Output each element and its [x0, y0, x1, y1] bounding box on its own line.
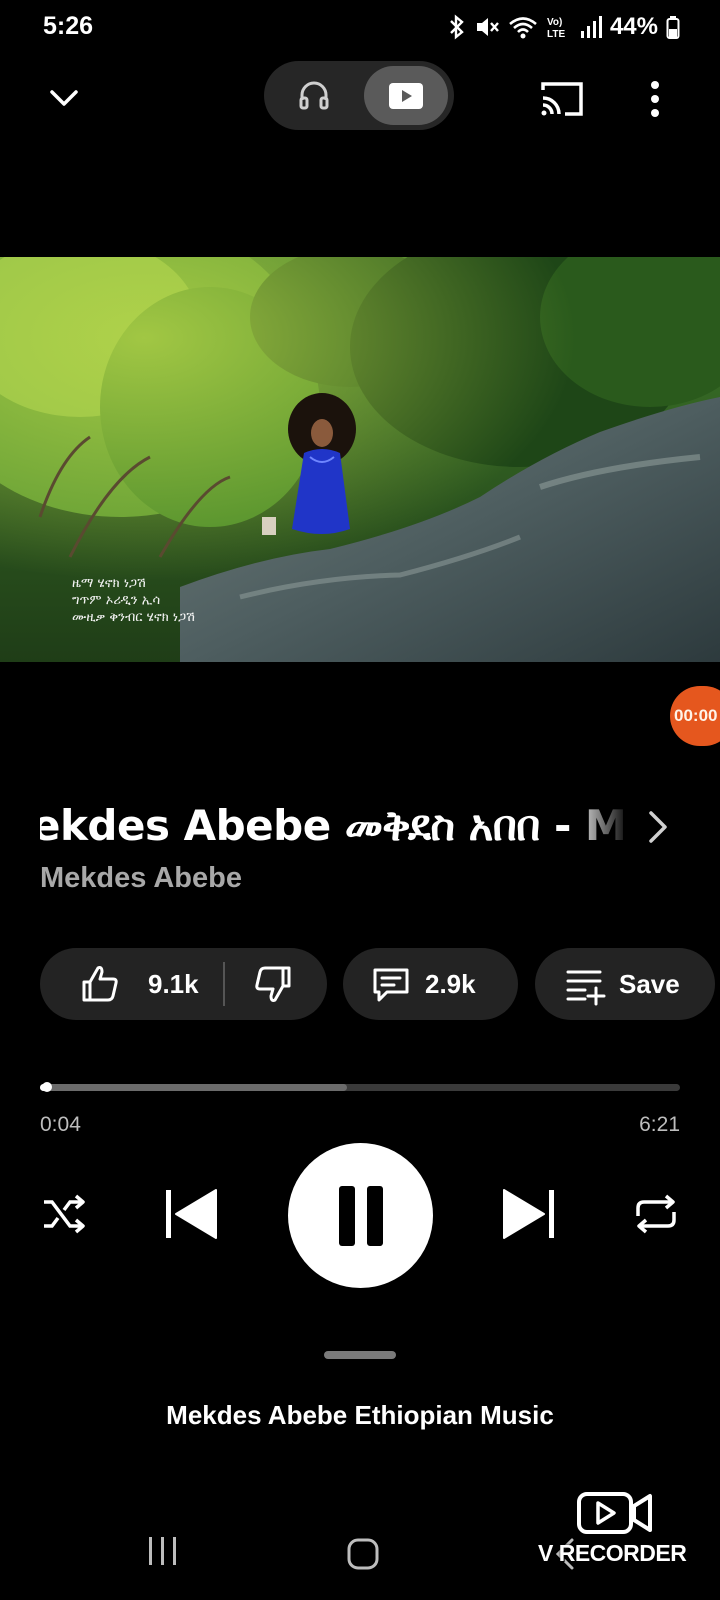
signal-icon	[580, 14, 602, 40]
status-time: 5:26	[43, 12, 94, 40]
next-button[interactable]	[498, 1187, 558, 1241]
thumbs-down-icon	[254, 966, 291, 1002]
volte-icon: Vo) LTE	[546, 14, 572, 40]
comments-button[interactable]: 2.9k	[343, 948, 518, 1020]
cast-icon	[541, 82, 583, 116]
like-count: 9.1k	[148, 968, 199, 999]
battery-icon	[666, 14, 680, 40]
song-title: ekdes Abebe መቅደስ አበበ - M	[40, 801, 627, 850]
up-next-title[interactable]: Mekdes Abebe Ethiopian Music	[0, 1400, 720, 1431]
recent-apps-button[interactable]	[146, 1535, 180, 1567]
chevron-right-icon	[649, 811, 667, 843]
more-options-button[interactable]	[640, 76, 670, 122]
video-player[interactable]: ዜማ ሄኖክ ነጋሽ ግጥም ኦሪዲን ኢሳ ሙዚቃ ቅንብር ሄኖክ ነጋሽ	[0, 257, 720, 662]
screen-recorder-timer[interactable]: 00:00	[670, 686, 720, 746]
comment-icon-wrap	[369, 962, 413, 1006]
seek-thumb[interactable]	[42, 1082, 53, 1092]
title-expand-button[interactable]	[640, 805, 676, 849]
collapse-player-button[interactable]	[44, 78, 84, 118]
playlist-add-icon	[566, 970, 606, 1006]
recent-apps-icon	[149, 1537, 176, 1565]
recorder-label: V RECORDER	[538, 1540, 687, 1566]
battery-level: 44%	[609, 13, 658, 40]
like-dislike-chip: 9.1k	[40, 948, 327, 1020]
skip-next-icon	[503, 1189, 554, 1239]
audio-mode-button[interactable]	[284, 75, 344, 115]
recorder-watermark: V RECORDER	[538, 1488, 698, 1568]
video-icon	[389, 82, 423, 109]
svg-text:Vo): Vo)	[547, 17, 562, 28]
artist-name[interactable]: Mekdes Abebe	[40, 862, 242, 895]
previous-button[interactable]	[162, 1187, 222, 1241]
pause-icon	[338, 1185, 383, 1246]
more-vertical-icon	[651, 81, 659, 117]
seek-bar[interactable]	[40, 1082, 680, 1092]
save-label: Save	[619, 968, 680, 999]
home-button[interactable]	[346, 1537, 380, 1571]
wifi-icon	[508, 14, 538, 40]
credit-line: ግጥም ኦሪዲን ኢሳ	[72, 593, 161, 608]
sheet-drag-handle[interactable]	[324, 1351, 396, 1359]
current-time: 0:04	[40, 1113, 81, 1136]
comment-count: 2.9k	[425, 968, 476, 999]
like-divider	[222, 962, 225, 1006]
bluetooth-icon	[448, 14, 466, 40]
skip-previous-icon	[166, 1189, 217, 1239]
buffered-bar	[40, 1084, 348, 1091]
play-pause-button[interactable]	[288, 1143, 433, 1288]
playlist-add-icon-wrap	[563, 962, 607, 1006]
credit-line: ሙዚቃ ቅንብር ሄኖክ ነጋሽ	[72, 610, 195, 625]
cast-button[interactable]	[537, 74, 585, 122]
chevron-down-icon	[50, 90, 78, 106]
repeat-icon	[636, 1194, 676, 1234]
shuffle-button[interactable]	[40, 1190, 88, 1238]
mute-icon	[474, 14, 500, 40]
credit-line: ዜማ ሄኖክ ነጋሽ	[72, 576, 146, 591]
audio-video-toggle	[264, 61, 454, 130]
video-camera-icon	[577, 1492, 652, 1534]
comment-icon	[373, 968, 409, 1002]
song-title-container[interactable]: ekdes Abebe መቅደስ አበበ - M	[40, 796, 630, 856]
total-time: 6:21	[639, 1113, 680, 1136]
video-mode-button[interactable]	[364, 66, 448, 125]
headphones-icon	[299, 81, 329, 110]
thumbs-up-icon	[82, 966, 118, 1002]
status-icons: Vo) LTE 44%	[448, 12, 680, 42]
video-credits: ዜማ ሄኖክ ነጋሽ ግጥም ኦሪዲን ኢሳ ሙዚቃ ቅንብር ሄኖክ ነጋሽ	[72, 575, 195, 626]
svg-text:LTE: LTE	[547, 29, 565, 40]
shuffle-icon	[44, 1194, 85, 1234]
like-button[interactable]	[78, 962, 122, 1006]
home-icon	[347, 1538, 379, 1570]
save-button[interactable]: Save	[535, 948, 715, 1020]
repeat-button[interactable]	[632, 1190, 680, 1238]
dislike-button[interactable]	[251, 962, 295, 1006]
